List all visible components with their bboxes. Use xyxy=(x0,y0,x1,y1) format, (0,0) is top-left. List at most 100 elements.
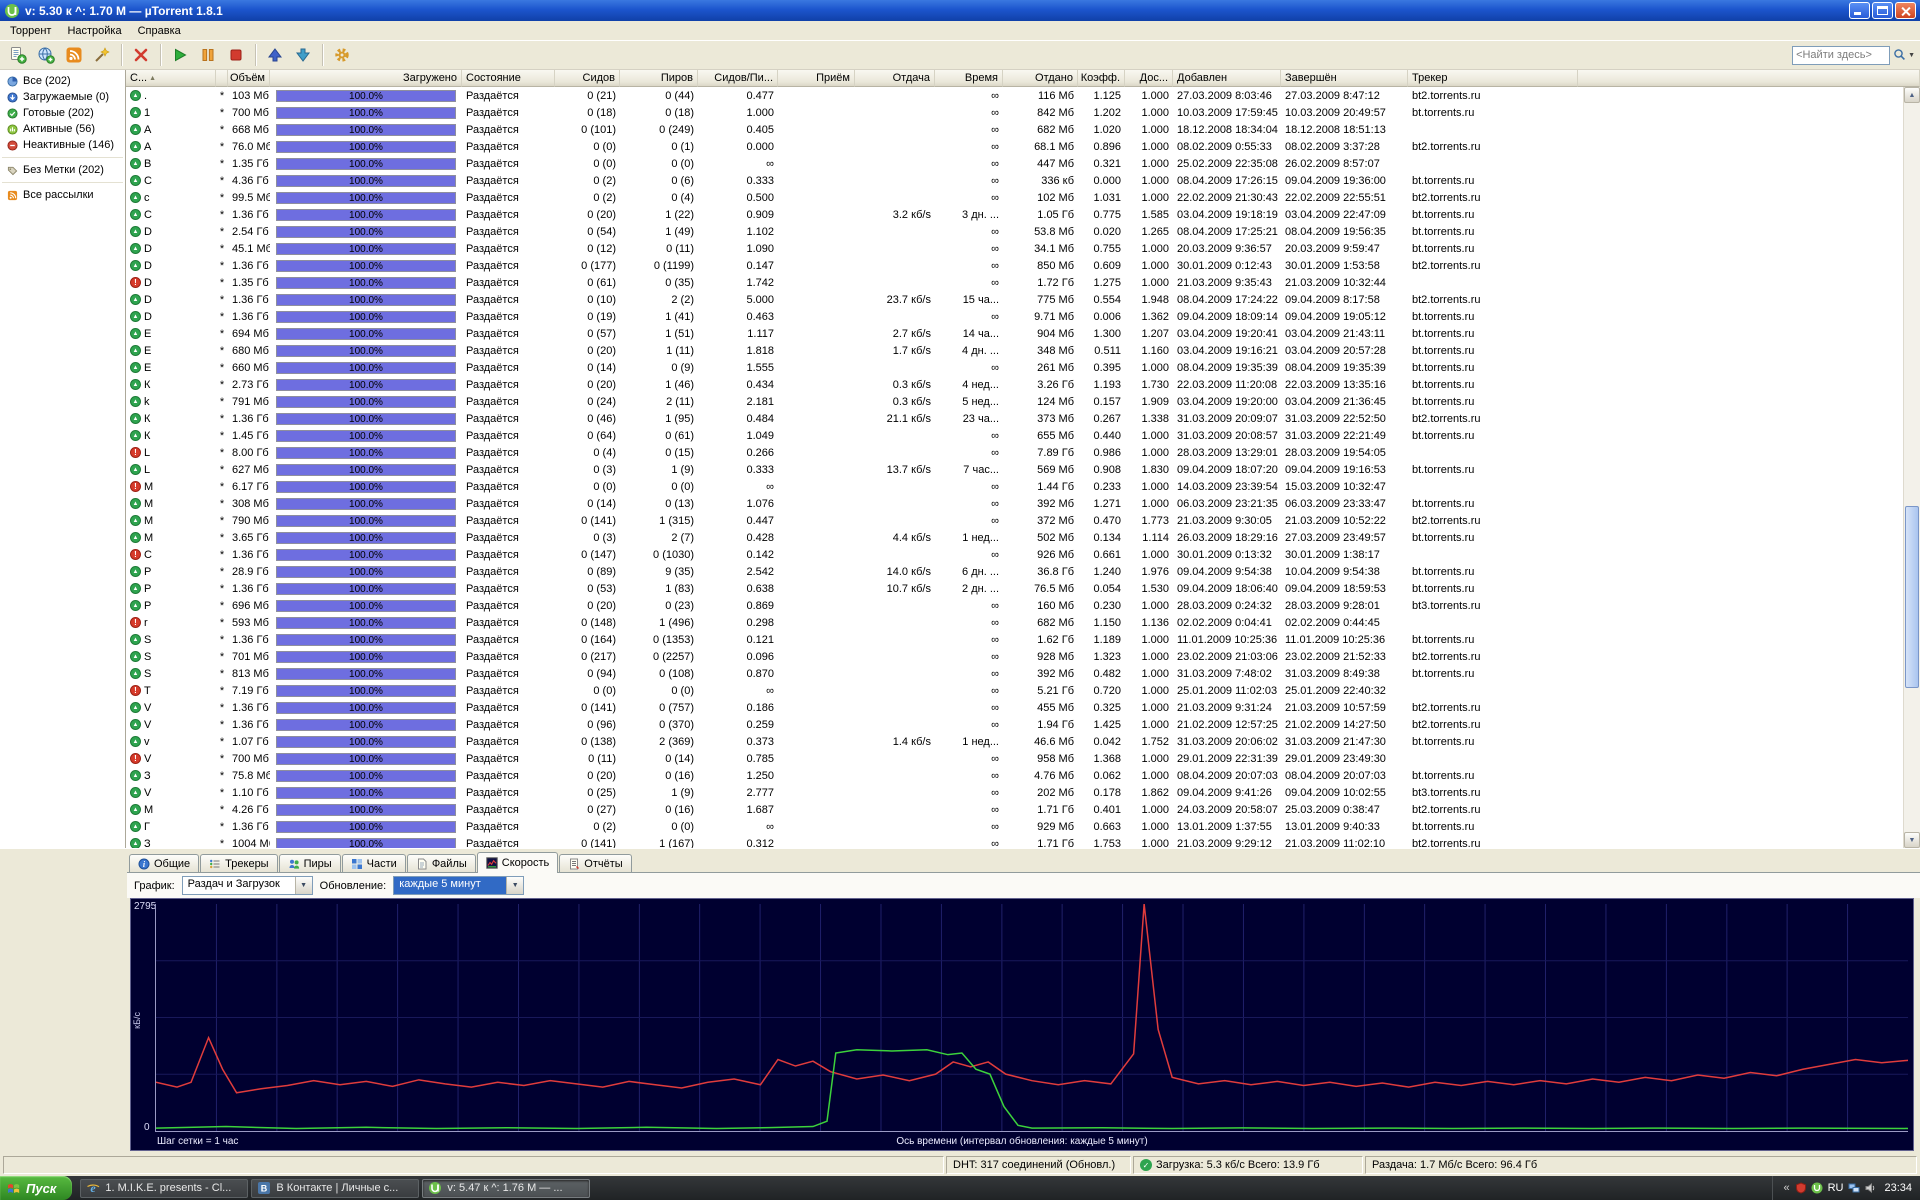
pause-button[interactable] xyxy=(195,42,221,68)
tab-info[interactable]: iОбщие xyxy=(129,854,199,872)
add-torrent-button[interactable] xyxy=(5,42,31,68)
torrent-row[interactable]: ▲С*1.36 Гб100.0%Раздаётся0 (20)1 (22)0.9… xyxy=(126,206,1920,223)
torrent-row[interactable]: ▲М*790 Мб100.0%Раздаётся0 (141)1 (315)0.… xyxy=(126,512,1920,529)
torrent-row[interactable]: !С*1.36 Гб100.0%Раздаётся0 (147)0 (1030)… xyxy=(126,546,1920,563)
chevron-down-icon[interactable]: ▼ xyxy=(506,877,523,894)
rss-downloader-button[interactable] xyxy=(61,42,87,68)
torrent-row[interactable]: ▲с*99.5 Мб100.0%Раздаётся0 (2)0 (4)0.500… xyxy=(126,189,1920,206)
column-header[interactable]: Отдано xyxy=(1003,70,1078,87)
column-header[interactable]: Сидов/Пи... xyxy=(698,70,778,87)
torrent-row[interactable]: !L*8.00 Гб100.0%Раздаётся0 (4)0 (15)0.26… xyxy=(126,444,1920,461)
column-header[interactable]: Приём xyxy=(778,70,855,87)
column-header[interactable]: Пиров xyxy=(620,70,698,87)
stop-button[interactable] xyxy=(223,42,249,68)
torrent-row[interactable]: ▲А*668 Мб100.0%Раздаётся0 (101)0 (249)0.… xyxy=(126,121,1920,138)
column-header[interactable]: Сидов xyxy=(555,70,620,87)
torrent-row[interactable]: ▲К*1.45 Гб100.0%Раздаётся0 (64)0 (61)1.0… xyxy=(126,427,1920,444)
torrent-row[interactable]: ▲V*1.10 Гб100.0%Раздаётся0 (25)1 (9)2.77… xyxy=(126,784,1920,801)
preferences-button[interactable] xyxy=(329,42,355,68)
torrent-row[interactable]: !D*1.35 Гб100.0%Раздаётся0 (61)0 (35)1.7… xyxy=(126,274,1920,291)
column-header[interactable]: Загружено xyxy=(270,70,462,87)
torrent-row[interactable]: ▲D*45.1 Мб100.0%Раздаётся0 (12)0 (11)1.0… xyxy=(126,240,1920,257)
sidebar-item[interactable]: Активные (56) xyxy=(0,121,125,137)
column-header[interactable]: С...▲ xyxy=(126,70,216,87)
tray-chevron-icon[interactable]: « xyxy=(1783,1182,1789,1194)
torrent-row[interactable]: ▲Р*696 Мб100.0%Раздаётся0 (20)0 (23)0.86… xyxy=(126,597,1920,614)
menu-help[interactable]: Справка xyxy=(130,23,189,39)
scroll-down-icon[interactable]: ▼ xyxy=(1904,832,1920,848)
column-header[interactable]: Дос... xyxy=(1125,70,1173,87)
tab-trackers[interactable]: Трекеры xyxy=(200,854,277,872)
chevron-down-icon[interactable]: ▼ xyxy=(295,877,312,894)
torrent-row[interactable]: ▲Е*680 Мб100.0%Раздаётся0 (20)1 (11)1.81… xyxy=(126,342,1920,359)
torrent-row[interactable]: ▲1*700 Мб100.0%Раздаётся0 (18)0 (18)1.00… xyxy=(126,104,1920,121)
torrent-row[interactable]: ▲Р*1.36 Гб100.0%Раздаётся0 (53)1 (83)0.6… xyxy=(126,580,1920,597)
torrent-row[interactable]: ▲v*1.07 Гб100.0%Раздаётся0 (138)2 (369)0… xyxy=(126,733,1920,750)
search-input[interactable] xyxy=(1792,46,1890,65)
update-interval-select[interactable]: каждые 5 минут ▼ xyxy=(393,876,524,895)
sidebar-item[interactable]: Без Метки (202) xyxy=(0,162,125,178)
sidebar-item[interactable]: Все (202) xyxy=(0,73,125,89)
column-header[interactable]: Отдача xyxy=(855,70,935,87)
maximize-button[interactable] xyxy=(1872,2,1893,19)
sidebar-item[interactable]: Готовые (202) xyxy=(0,105,125,121)
torrent-row[interactable]: ▲D*1.36 Гб100.0%Раздаётся0 (10)2 (2)5.00… xyxy=(126,291,1920,308)
scroll-up-icon[interactable]: ▲ xyxy=(1904,87,1920,103)
tab-peers[interactable]: Пиры xyxy=(279,854,341,872)
torrent-row[interactable]: ▲М*3.65 Гб100.0%Раздаётся0 (3)2 (7)0.428… xyxy=(126,529,1920,546)
search-icon[interactable]: ▼ xyxy=(1893,48,1915,62)
sidebar-item[interactable]: Загружаемые (0) xyxy=(0,89,125,105)
torrent-row[interactable]: ▲К*1.36 Гб100.0%Раздаётся0 (46)1 (95)0.4… xyxy=(126,410,1920,427)
torrent-row[interactable]: ▲С*4.36 Гб100.0%Раздаётся0 (2)0 (6)0.333… xyxy=(126,172,1920,189)
column-header[interactable]: Состояние xyxy=(462,70,555,87)
torrent-row[interactable]: !r*593 Мб100.0%Раздаётся0 (148)1 (496)0.… xyxy=(126,614,1920,631)
torrent-row[interactable]: ▲Р*28.9 Гб100.0%Раздаётся0 (89)9 (35)2.5… xyxy=(126,563,1920,580)
sidebar-item[interactable]: Неактивные (146) xyxy=(0,137,125,153)
column-header[interactable]: Трекер xyxy=(1408,70,1578,87)
add-from-url-button[interactable] xyxy=(33,42,59,68)
menu-torrent[interactable]: Торрент xyxy=(2,23,59,39)
move-down-button[interactable] xyxy=(290,42,316,68)
language-indicator[interactable]: RU xyxy=(1828,1182,1844,1194)
torrent-row[interactable]: ▲D*2.54 Гб100.0%Раздаётся0 (54)1 (49)1.1… xyxy=(126,223,1920,240)
column-header[interactable]: Завершён xyxy=(1281,70,1408,87)
tab-logger[interactable]: Отчёты xyxy=(559,854,631,872)
start-button[interactable]: Пуск xyxy=(0,1176,72,1200)
column-header[interactable]: Время xyxy=(935,70,1003,87)
torrent-row[interactable]: ▲Е*660 Мб100.0%Раздаётся0 (14)0 (9)1.555… xyxy=(126,359,1920,376)
upload-status[interactable]: Раздача: 1.7 Мб/с Всего: 96.4 Гб xyxy=(1365,1156,1917,1174)
dht-status[interactable]: DHT: 317 соединений (Обновл.) xyxy=(946,1156,1131,1174)
taskbar-task[interactable]: e1. M.I.K.E. presents - Cl... xyxy=(80,1179,248,1198)
close-button[interactable] xyxy=(1895,2,1916,19)
taskbar-task[interactable]: v: 5.47 к ^: 1.76 М — ... xyxy=(422,1179,590,1198)
torrent-row[interactable]: !V*700 Мб100.0%Раздаётся0 (11)0 (14)0.78… xyxy=(126,750,1920,767)
torrent-row[interactable]: !М*6.17 Гб100.0%Раздаётся0 (0)0 (0)∞∞1.4… xyxy=(126,478,1920,495)
torrent-row[interactable]: ▲Е*694 Мб100.0%Раздаётся0 (57)1 (51)1.11… xyxy=(126,325,1920,342)
torrent-row[interactable]: ▲V*1.36 Гб100.0%Раздаётся0 (141)0 (757)0… xyxy=(126,699,1920,716)
create-torrent-button[interactable] xyxy=(89,42,115,68)
torrent-row[interactable]: ▲V*1.36 Гб100.0%Раздаётся0 (96)0 (370)0.… xyxy=(126,716,1920,733)
tab-pieces[interactable]: Части xyxy=(342,854,406,872)
torrent-row[interactable]: ▲k*791 Мб100.0%Раздаётся0 (24)2 (11)2.18… xyxy=(126,393,1920,410)
column-header[interactable]: Добавлен xyxy=(1173,70,1281,87)
graph-type-select[interactable]: Раздач и Загрузок ▼ xyxy=(182,876,313,895)
torrent-row[interactable]: ▲.*103 Мб100.0%Раздаётся0 (21)0 (44)0.47… xyxy=(126,87,1920,104)
torrent-row[interactable]: ▲М*308 Мб100.0%Раздаётся0 (14)0 (13)1.07… xyxy=(126,495,1920,512)
scrollbar-thumb[interactable] xyxy=(1905,506,1919,689)
remove-torrent-button[interactable] xyxy=(128,42,154,68)
vertical-scrollbar[interactable]: ▲ ▼ xyxy=(1903,87,1920,848)
torrent-row[interactable]: ▲Г*1.36 Гб100.0%Раздаётся0 (2)0 (0)∞∞929… xyxy=(126,818,1920,835)
torrent-row[interactable]: ▲S*813 Мб100.0%Раздаётся0 (94)0 (108)0.8… xyxy=(126,665,1920,682)
move-up-button[interactable] xyxy=(262,42,288,68)
torrent-row[interactable]: ▲L*627 Мб100.0%Раздаётся0 (3)1 (9)0.3331… xyxy=(126,461,1920,478)
download-status[interactable]: ✓ Загрузка: 5.3 кб/с Всего: 13.9 Гб xyxy=(1133,1156,1363,1174)
column-header[interactable] xyxy=(216,70,228,87)
minimize-button[interactable] xyxy=(1849,2,1870,19)
torrent-row[interactable]: !Т*7.19 Гб100.0%Раздаётся0 (0)0 (0)∞∞5.2… xyxy=(126,682,1920,699)
start-button[interactable] xyxy=(167,42,193,68)
column-header[interactable]: Объём xyxy=(228,70,270,87)
torrent-row[interactable]: ▲З*75.8 Мб100.0%Раздаётся0 (20)0 (16)1.2… xyxy=(126,767,1920,784)
menu-settings[interactable]: Настройка xyxy=(59,23,129,39)
tab-files[interactable]: Файлы xyxy=(407,854,476,872)
torrent-row[interactable]: ▲А*76.0 Мб100.0%Раздаётся0 (0)0 (1)0.000… xyxy=(126,138,1920,155)
